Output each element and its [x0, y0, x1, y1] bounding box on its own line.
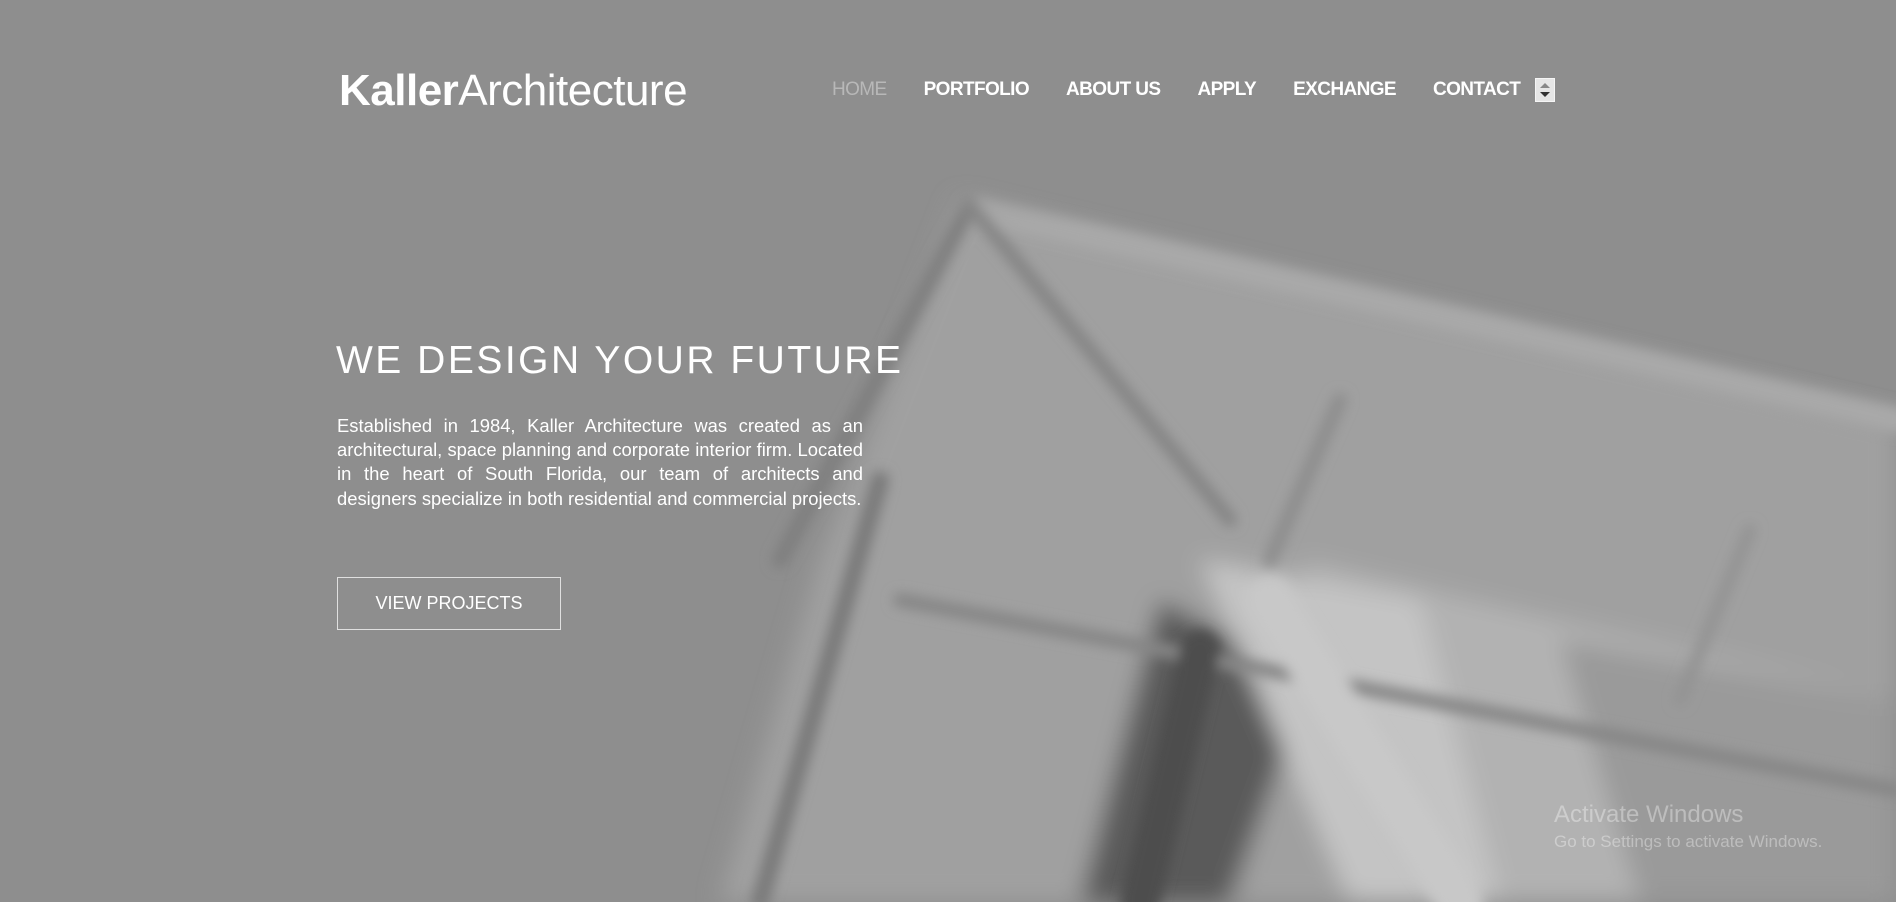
brand-name-light: Architecture: [458, 66, 688, 115]
nav-item-home[interactable]: HOME: [832, 78, 887, 102]
nav-item-apply[interactable]: APPLY: [1197, 78, 1256, 102]
nav-item-contact[interactable]: CONTACT: [1433, 78, 1521, 102]
hero-headline: WE DESIGN YOUR FUTURE: [336, 339, 904, 382]
hero-background-image: [0, 0, 1896, 902]
nav-item-exchange[interactable]: EXCHANGE: [1293, 78, 1396, 102]
brand-name-bold: Kaller: [339, 66, 459, 115]
view-projects-button[interactable]: VIEW PROJECTS: [337, 577, 561, 630]
brand-logo[interactable]: KallerArchitecture: [339, 66, 688, 116]
windows-activation-watermark: Activate Windows Go to Settings to activ…: [1554, 800, 1822, 853]
hero-intro-text: Established in 1984, Kaller Architecture…: [337, 415, 863, 509]
watermark-subtitle: Go to Settings to activate Windows.: [1554, 832, 1823, 851]
chevron-down-icon: [1540, 92, 1550, 97]
watermark-title: Activate Windows: [1554, 801, 1744, 828]
nav-item-about-us[interactable]: ABOUT US: [1066, 78, 1161, 102]
chevron-up-icon: [1540, 83, 1550, 88]
nav-item-portfolio[interactable]: PORTFOLIO: [924, 78, 1030, 102]
nav-more-scroll-button[interactable]: [1535, 78, 1555, 102]
main-navigation: HOME PORTFOLIO ABOUT US APPLY EXCHANGE C…: [832, 78, 1521, 102]
